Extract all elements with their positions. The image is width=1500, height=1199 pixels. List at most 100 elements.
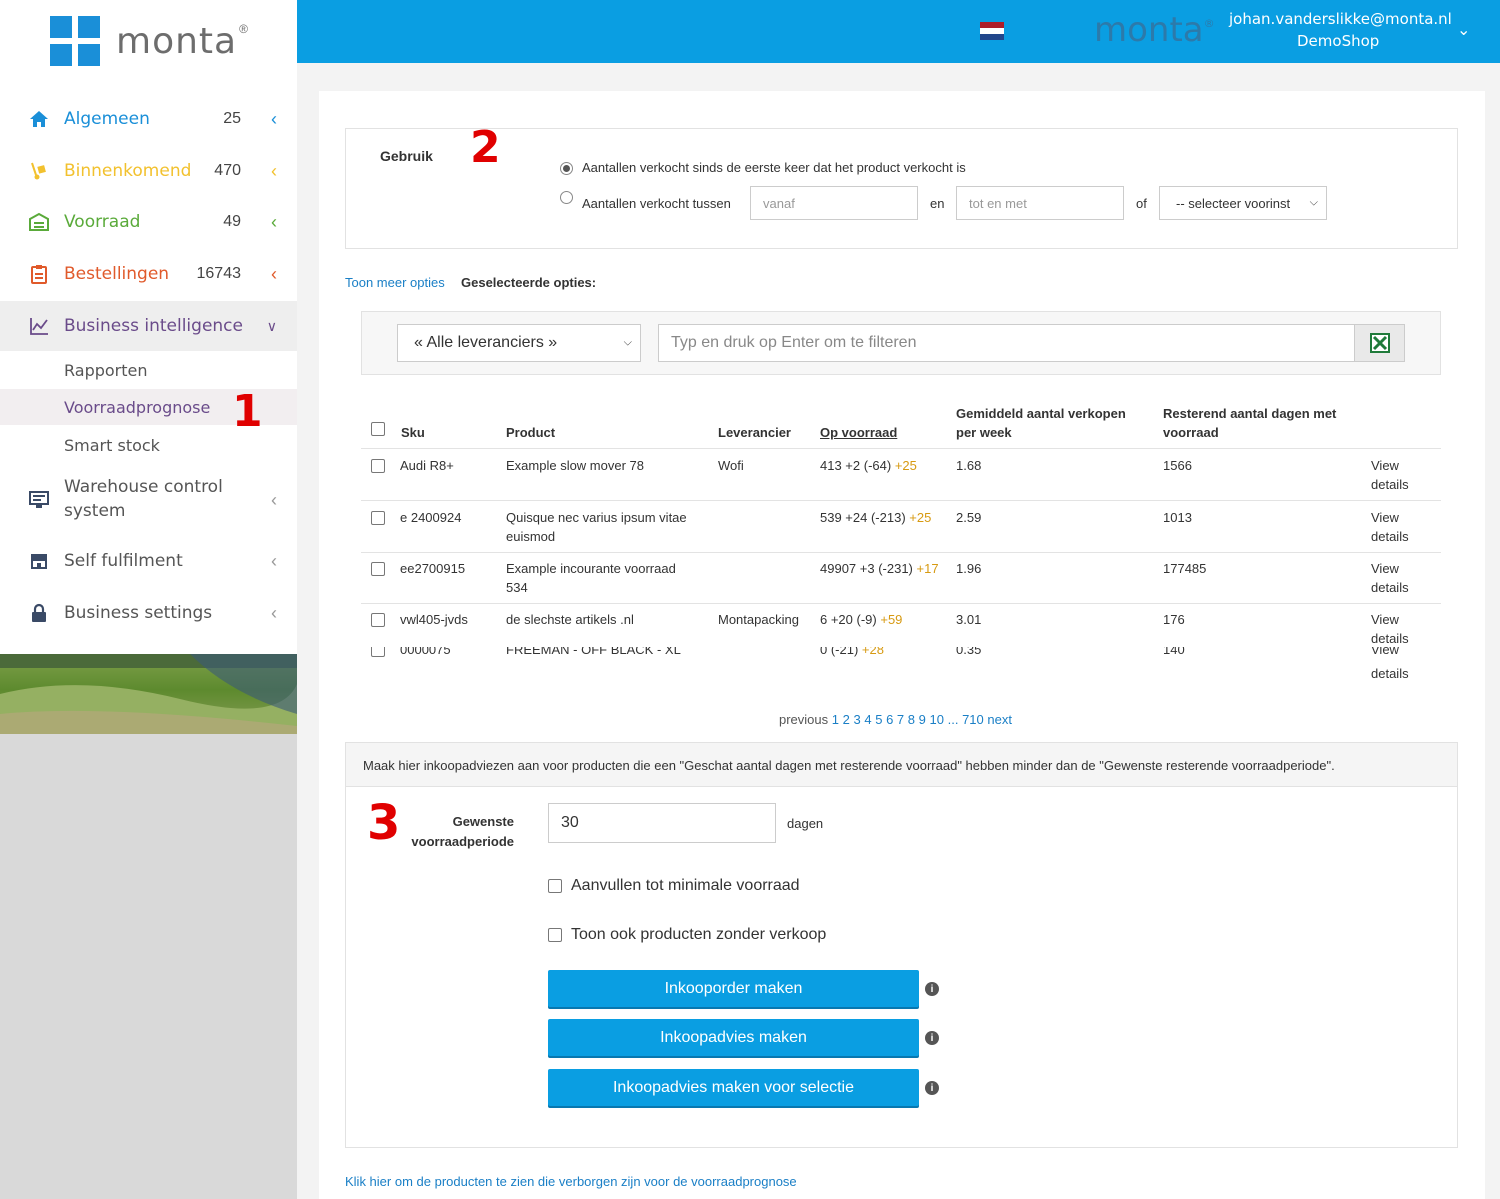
row-product-line2: euismod xyxy=(506,529,556,544)
line-chart-icon xyxy=(28,315,50,337)
row-view-details-link[interactable]: View details xyxy=(1371,508,1409,546)
chevron-down-icon[interactable]: ⌄ xyxy=(1457,20,1470,40)
row-stock-value: 49907 +3 (-231) xyxy=(820,561,913,576)
show-no-sales-checkbox[interactable] xyxy=(548,928,562,942)
dutch-flag-icon[interactable] xyxy=(980,22,1004,40)
row-product: de slechste artikels .nl xyxy=(506,610,634,629)
row-product-line1: Example slow mover 78 xyxy=(506,458,644,473)
supplier-select[interactable]: « Alle leveranciers » ⌵ xyxy=(397,324,641,362)
row-stock-incoming: +17 xyxy=(916,561,939,576)
sidebar-item-binnenkomend[interactable]: Binnenkomend 470 ‹ xyxy=(0,146,297,196)
from-date-input[interactable]: vanaf xyxy=(750,186,918,220)
home-icon xyxy=(28,108,50,130)
row-checkbox[interactable] xyxy=(371,613,385,627)
pagination-page[interactable]: 2 xyxy=(843,712,850,727)
row-sku: e 2400924 xyxy=(400,510,462,525)
column-header-stock[interactable]: Op voorraad xyxy=(820,423,897,442)
view-text: View xyxy=(1371,458,1399,473)
column-header-days-line1: Resterend aantal dagen met xyxy=(1163,406,1337,421)
filter-search-input[interactable]: Typ en druk op Enter om te filteren xyxy=(658,324,1355,362)
chevron-left-icon: ‹ xyxy=(271,263,277,284)
sidebar-item-warehouse-control-system[interactable]: Warehouse control system ‹ xyxy=(0,474,297,526)
sidebar-item-bestellingen[interactable]: Bestellingen 16743 ‹ xyxy=(0,249,297,299)
row-checkbox[interactable] xyxy=(371,562,385,576)
usage-option2-label: Aantallen verkocht tussen xyxy=(582,196,731,211)
column-header-days-line2: voorraad xyxy=(1163,425,1219,440)
period-input[interactable]: 30 xyxy=(548,803,776,843)
pagination-last-page[interactable]: 710 xyxy=(962,712,984,727)
create-advice-for-selection-button[interactable]: Inkoopadvies maken voor selectie xyxy=(548,1069,919,1106)
sidebar-item-voorraad[interactable]: Voorraad 49 ‹ xyxy=(0,197,297,247)
row-days-remaining: 1013 xyxy=(1163,510,1192,525)
select-all-checkbox[interactable] xyxy=(371,422,385,436)
row-stock-value: 539 +24 (-213) xyxy=(820,510,906,525)
sidebar-item-count: 16743 xyxy=(196,265,242,282)
row-view-link[interactable]: View xyxy=(1371,647,1399,659)
pagination-page[interactable]: 9 xyxy=(919,712,926,727)
row-checkbox[interactable] xyxy=(371,511,385,525)
sidebar-item-business-settings[interactable]: Business settings ‹ xyxy=(0,588,297,638)
sidebar-item-label: Business settings xyxy=(64,603,213,623)
logo-registered: ® xyxy=(239,22,248,36)
hidden-products-link[interactable]: Klik hier om de producten te zien die ve… xyxy=(345,1174,797,1189)
row-stock: 0 (-21) +28 xyxy=(820,647,884,659)
row-details-link[interactable]: details xyxy=(1371,664,1409,683)
row-days-remaining: 177485 xyxy=(1163,561,1207,576)
pagination-page[interactable]: 1 xyxy=(832,712,839,727)
show-more-options-link[interactable]: Toon meer opties xyxy=(345,275,445,290)
pagination-page[interactable]: 3 xyxy=(853,712,860,727)
pagination-page[interactable]: 8 xyxy=(908,712,915,727)
row-view-details-link[interactable]: View details xyxy=(1371,559,1409,597)
chevron-down-icon: ∨ xyxy=(266,317,277,334)
sidebar-item-self-fulfilment[interactable]: Self fulfilment ‹ xyxy=(0,536,297,586)
usage-radio-between[interactable] xyxy=(560,191,573,204)
create-purchase-order-button[interactable]: Inkooporder maken xyxy=(548,970,919,1007)
clipboard-icon xyxy=(28,263,50,285)
row-view-details-link[interactable]: View details xyxy=(1371,456,1409,494)
monta-logo[interactable]: monta ® xyxy=(50,16,248,66)
column-header-sku[interactable]: Sku xyxy=(401,423,425,442)
sidebar-item-algemeen[interactable]: Algemeen 25 ‹ xyxy=(0,94,297,144)
info-icon[interactable]: i xyxy=(925,1081,939,1095)
column-header-supplier[interactable]: Leverancier xyxy=(718,423,791,442)
top-logo-registered: ® xyxy=(1203,17,1215,30)
logo-text: monta xyxy=(116,20,238,62)
row-checkbox[interactable] xyxy=(371,647,385,657)
row-stock-incoming: +25 xyxy=(909,510,932,525)
to-date-input[interactable]: tot en met xyxy=(956,186,1124,220)
row-stock-incoming: +25 xyxy=(894,458,917,473)
sidebar-item-business-intelligence[interactable]: Business intelligence ∨ xyxy=(0,301,297,351)
pagination-page[interactable]: 7 xyxy=(897,712,904,727)
column-header-product[interactable]: Product xyxy=(506,423,555,442)
supplier-select-value: « Alle leveranciers » xyxy=(414,334,558,351)
pagination: previous 1 2 3 4 5 6 7 8 9 10 ... 710 ne… xyxy=(779,712,1012,727)
pagination-next[interactable]: next xyxy=(987,712,1012,727)
info-icon[interactable]: i xyxy=(925,982,939,996)
excel-export-button[interactable] xyxy=(1354,324,1405,362)
preset-select[interactable]: -- selecteer voorinst ⌵ xyxy=(1159,186,1327,220)
row-view-details-link[interactable]: View details xyxy=(1371,610,1409,648)
create-purchase-advice-button[interactable]: Inkoopadvies maken xyxy=(548,1019,919,1056)
replenish-min-stock-checkbox[interactable] xyxy=(548,879,562,893)
sidebar-subitem-rapporten[interactable]: Rapporten xyxy=(0,352,297,388)
store-icon xyxy=(28,550,50,572)
info-icon[interactable]: i xyxy=(925,1031,939,1045)
pagination-page[interactable]: 6 xyxy=(886,712,893,727)
pagination-previous[interactable]: previous xyxy=(779,712,828,727)
user-email[interactable]: johan.vanderslikke@monta.nl xyxy=(1229,10,1452,28)
row-product: Example slow mover 78 xyxy=(506,456,644,475)
usage-radio-since-first[interactable] xyxy=(560,162,573,175)
row-checkbox[interactable] xyxy=(371,459,385,473)
column-header-days-remaining[interactable]: Resterend aantal dagen met voorraad xyxy=(1163,404,1336,442)
top-bar: monta® johan.vanderslikke@monta.nl DemoS… xyxy=(297,0,1500,63)
sidebar-subitem-label: Smart stock xyxy=(64,435,160,455)
pagination-page[interactable]: 5 xyxy=(875,712,882,727)
logo-mark-icon xyxy=(50,16,100,66)
sidebar-item-label-line2: system xyxy=(64,501,126,521)
pagination-page[interactable]: 10 xyxy=(930,712,944,727)
row-sku: ee2700915 xyxy=(400,561,466,576)
usage-option1-label: Aantallen verkocht sinds de eerste keer … xyxy=(582,160,966,175)
column-header-avg-sales[interactable]: Gemiddeld aantal verkopen per week xyxy=(956,404,1126,442)
pagination-page[interactable]: 4 xyxy=(864,712,871,727)
user-shop[interactable]: DemoShop xyxy=(1297,32,1379,50)
